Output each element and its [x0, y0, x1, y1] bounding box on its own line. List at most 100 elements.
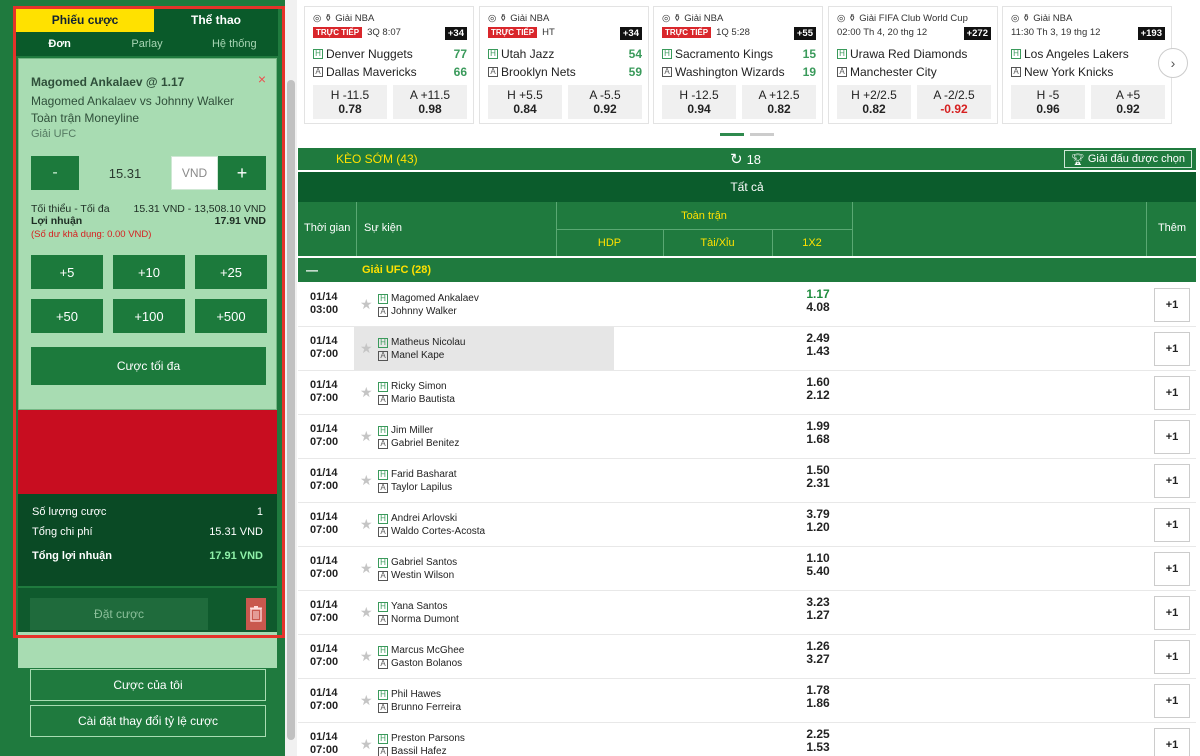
col-hdp[interactable]: HDP [556, 229, 663, 256]
away-odds-button[interactable]: A -2/2.5 -0.92 [917, 85, 991, 119]
match-card[interactable]: ◎ ⚱ Giải NBA TRỰC TIẾP 3Q 8:07 +34 H Denver… [304, 6, 474, 124]
tab-sports[interactable]: Thể thao [154, 8, 278, 32]
quick-stake-button[interactable]: +100 [113, 299, 185, 333]
quick-stake-button[interactable]: +25 [195, 255, 267, 289]
away-odds[interactable]: 3.27 [798, 653, 838, 666]
league-filter-button[interactable]: 🏆︎ Giải đấu được chọn [1063, 150, 1192, 168]
more-markets-button[interactable]: +1 [1154, 596, 1190, 630]
league-name: Giải NBA [1033, 13, 1073, 24]
col-over-under[interactable]: Tài/Xỉu [663, 229, 772, 256]
carousel-dot[interactable] [750, 133, 774, 136]
more-markets-button[interactable]: +1 [1154, 376, 1190, 410]
more-markets-badge[interactable]: +34 [444, 27, 467, 40]
home-odds-button[interactable]: H -11.5 0.78 [313, 85, 387, 119]
event-cell[interactable]: ★ H Preston Parsons A Bassil Hafez [354, 723, 614, 756]
place-bet-button[interactable]: Đặt cược [30, 598, 208, 630]
more-markets-badge[interactable]: +34 [619, 27, 642, 40]
my-bets-button[interactable]: Cược của tôi [30, 669, 266, 701]
max-bet-button[interactable]: Cược tối đa [31, 347, 266, 385]
close-icon[interactable]: × [258, 71, 266, 87]
home-odds-button[interactable]: H +5.5 0.84 [488, 85, 562, 119]
more-markets-badge[interactable]: +272 [963, 27, 991, 40]
away-odds[interactable]: 2.31 [798, 477, 838, 490]
event-cell[interactable]: ★ H Matheus Nicolau A Manel Kape [354, 327, 614, 370]
match-card[interactable]: ◎ ⚱ Giải FIFA Club World Cup 02:00 Th 4, … [828, 6, 998, 124]
star-icon[interactable]: ★ [360, 428, 373, 445]
home-tag: H [378, 513, 388, 524]
stake-increase-button[interactable]: + [218, 156, 266, 190]
star-icon[interactable]: ★ [360, 472, 373, 489]
away-odds[interactable]: 1.86 [798, 697, 838, 710]
star-icon[interactable]: ★ [360, 560, 373, 577]
early-odds-label[interactable]: KÈO SỚM (43) [336, 152, 418, 166]
star-icon[interactable]: ★ [360, 604, 373, 621]
quick-stake-button[interactable]: +500 [195, 299, 267, 333]
tab-single[interactable]: Đơn [16, 32, 103, 56]
event-cell[interactable]: ★ H Phil Hawes A Brunno Ferreira [354, 679, 614, 722]
more-markets-button[interactable]: +1 [1154, 728, 1190, 756]
away-odds[interactable]: 1.43 [798, 345, 838, 358]
stake-decrease-button[interactable]: - [31, 156, 79, 190]
star-icon[interactable]: ★ [360, 340, 373, 357]
away-odds-button[interactable]: A +12.5 0.82 [742, 85, 816, 119]
tab-system[interactable]: Hệ thống [191, 32, 278, 56]
away-odds[interactable]: 1.68 [798, 433, 838, 446]
away-odds[interactable]: 4.08 [798, 301, 838, 314]
event-cell[interactable]: ★ H Jim Miller A Gabriel Benitez [354, 415, 614, 458]
match-status-row: TRỰC TIẾP HT [488, 27, 555, 38]
all-filter-bar[interactable]: Tất cả [298, 172, 1196, 202]
away-odds[interactable]: 1.53 [798, 741, 838, 754]
away-odds-button[interactable]: A +5 0.92 [1091, 85, 1165, 119]
away-odds[interactable]: 5.40 [798, 565, 838, 578]
home-odds-button[interactable]: H -12.5 0.94 [662, 85, 736, 119]
tab-parlay[interactable]: Parlay [103, 32, 190, 56]
tab-betslip[interactable]: Phiếu cược [16, 8, 154, 32]
home-odds-button[interactable]: H -5 0.96 [1011, 85, 1085, 119]
col-1x2[interactable]: 1X2 [772, 229, 852, 256]
home-odds-button[interactable]: H +2/2.5 0.82 [837, 85, 911, 119]
star-icon[interactable]: ★ [360, 516, 373, 533]
more-markets-button[interactable]: +1 [1154, 332, 1190, 366]
trash-icon[interactable] [246, 598, 266, 630]
star-icon[interactable]: ★ [360, 736, 373, 753]
more-markets-button[interactable]: +1 [1154, 684, 1190, 718]
event-cell[interactable]: ★ H Farid Basharat A Taylor Lapilus [354, 459, 614, 502]
match-card[interactable]: ◎ ⚱ Giải NBA TRỰC TIẾP 1Q 5:28 +55 H Sacram… [653, 6, 823, 124]
away-odds-button[interactable]: A +11.5 0.98 [393, 85, 467, 119]
match-card[interactable]: ◎ ⚱ Giải NBA TRỰC TIẾP HT +34 H Utah Jazz 5… [479, 6, 649, 124]
more-markets-button[interactable]: +1 [1154, 420, 1190, 454]
quick-stake-button[interactable]: +10 [113, 255, 185, 289]
star-icon[interactable]: ★ [360, 648, 373, 665]
star-icon[interactable]: ★ [360, 692, 373, 709]
chevron-right-icon[interactable]: › [1158, 48, 1188, 78]
refresh-button[interactable]: ↻ 18 [730, 150, 761, 168]
more-markets-button[interactable]: +1 [1154, 508, 1190, 542]
star-icon[interactable]: ★ [360, 296, 373, 313]
away-odds[interactable]: 1.20 [798, 521, 838, 534]
more-markets-button[interactable]: +1 [1154, 288, 1190, 322]
away-odds[interactable]: 2.12 [798, 389, 838, 402]
event-cell[interactable]: ★ H Andrei Arlovski A Waldo Cortes-Acosta [354, 503, 614, 546]
event-cell[interactable]: ★ H Marcus McGhee A Gaston Bolanos [354, 635, 614, 678]
more-markets-button[interactable]: +1 [1154, 464, 1190, 498]
more-markets-button[interactable]: +1 [1154, 552, 1190, 586]
event-cell[interactable]: ★ H Gabriel Santos A Westin Wilson [354, 547, 614, 590]
match-card[interactable]: ◎ ⚱ Giải NBA 11:30 Th 3, 19 thg 12 +193 H… [1002, 6, 1172, 124]
event-cell[interactable]: ★ H Yana Santos A Norma Dumont [354, 591, 614, 634]
event-cell[interactable]: ★ H Magomed Ankalaev A Johnny Walker [354, 283, 614, 326]
league-group-header[interactable]: — Giải UFC (28) [298, 258, 1196, 282]
collapse-icon[interactable]: — [306, 263, 318, 277]
away-odds[interactable]: 1.27 [798, 609, 838, 622]
quick-stake-button[interactable]: +50 [31, 299, 103, 333]
carousel-dot-active[interactable] [720, 133, 744, 136]
quick-stake-button[interactable]: +5 [31, 255, 103, 289]
star-icon[interactable]: ★ [360, 384, 373, 401]
more-markets-badge[interactable]: +193 [1137, 27, 1165, 40]
odds-change-settings-button[interactable]: Cài đặt thay đổi tỷ lệ cược [30, 705, 266, 737]
more-markets-button[interactable]: +1 [1154, 640, 1190, 674]
event-cell[interactable]: ★ H Ricky Simon A Mario Bautista [354, 371, 614, 414]
away-odds-button[interactable]: A -5.5 0.92 [568, 85, 642, 119]
more-markets-badge[interactable]: +55 [793, 27, 816, 40]
stake-input[interactable]: 15.31 [79, 156, 171, 190]
left-scrollbar-thumb[interactable] [287, 80, 295, 740]
